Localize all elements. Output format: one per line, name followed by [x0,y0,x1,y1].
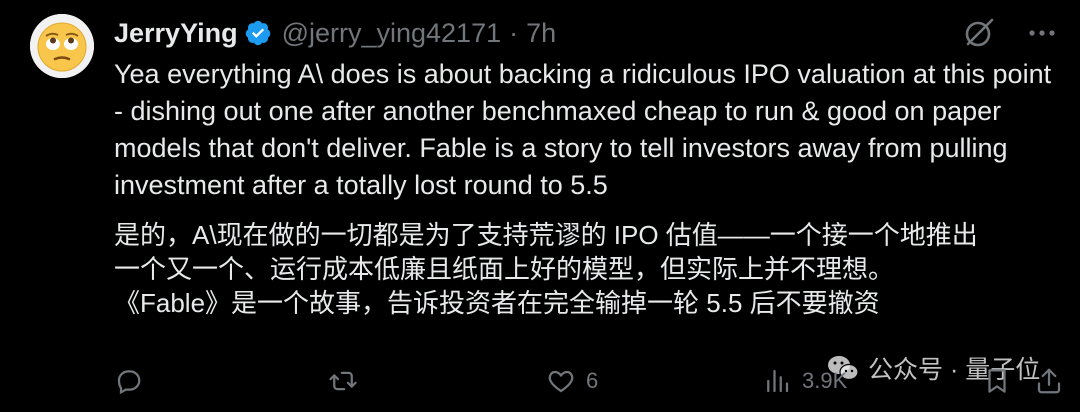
retweet-icon [329,371,357,391]
separator-dot: · [509,17,519,48]
translated-line: 《Fable》是一个故事，告诉投资者在完全输掉一轮 5.5 后不要撤资 [114,288,880,318]
tweet-card: JerryYing @jerry_ying42171 · 7h Yea ever… [0,0,1080,412]
tweet-actions-bar: 6 3.9K [114,366,1061,402]
views-icon [767,369,789,393]
translated-line: 是的，A\现在做的一切都是为了支持荒谬的 IPO 估值——一个接一个地推出 [114,220,978,250]
share-button[interactable] [1034,366,1064,396]
retweet-button[interactable] [328,366,358,396]
tweet-text: Yea everything A\ does is about backing … [114,59,1052,200]
reply-button[interactable] [114,366,144,396]
display-name[interactable]: JerryYing [114,18,238,49]
views-count: 3.9K [802,368,848,393]
views-button[interactable]: 3.9K [762,366,847,396]
reply-icon [117,370,141,395]
tweet-top-actions [962,16,1058,50]
avatar[interactable] [30,14,94,78]
bookmark-icon [988,369,1006,393]
grok-icon[interactable] [962,16,996,50]
more-options-icon[interactable] [1026,17,1058,49]
like-count: 6 [586,368,599,393]
timestamp[interactable]: 7h [526,18,556,49]
like-button[interactable]: 6 [546,366,598,396]
tweet-header: JerryYing @jerry_ying42171 · 7h [114,16,556,50]
verified-badge-icon [244,19,272,47]
user-handle[interactable]: @jerry_ying42171 [282,18,502,49]
translated-text: 是的，A\现在做的一切都是为了支持荒谬的 IPO 估值——一个接一个地推出 一个… [114,218,1064,320]
bookmark-button[interactable] [982,366,1012,396]
translated-line: 一个又一个、运行成本低廉且纸面上好的模型，但实际上并不理想。 [114,254,895,284]
share-icon [1037,368,1061,394]
heart-icon [548,370,574,393]
